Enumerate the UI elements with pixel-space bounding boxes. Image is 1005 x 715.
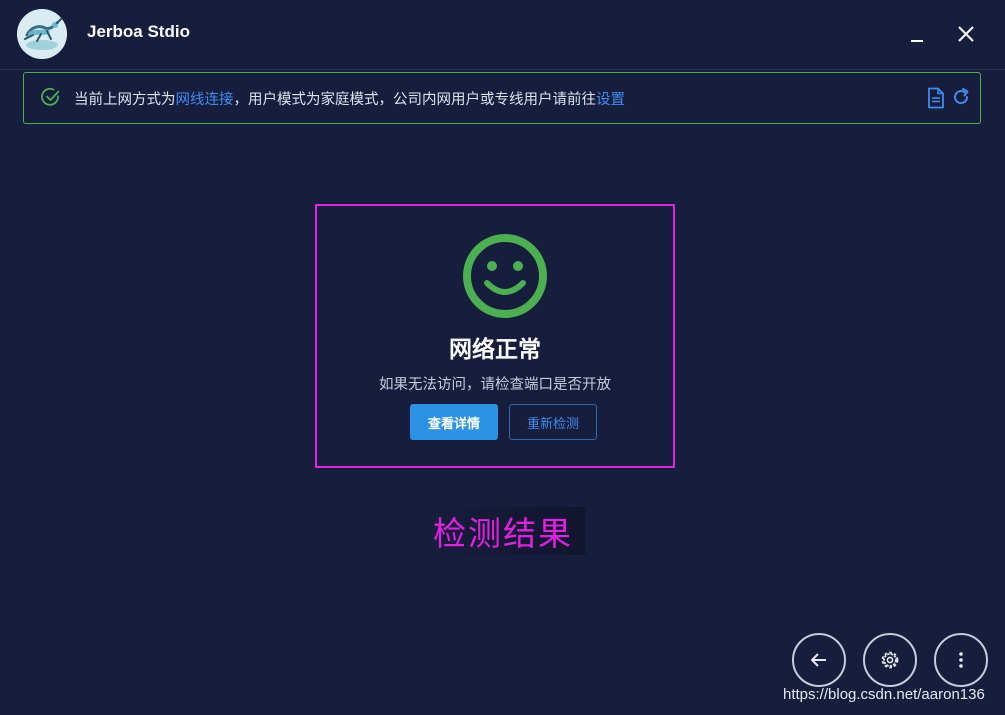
minimize-icon [911, 40, 923, 42]
settings-button[interactable] [863, 633, 917, 687]
connection-type-link[interactable]: 网线连接 [176, 92, 234, 108]
close-button[interactable] [952, 20, 980, 48]
notice-text: 当前上网方式为网线连接，用户模式为家庭模式，公司内网用户或专线用户请前往设置 [74, 88, 625, 109]
smiley-face-icon [463, 234, 547, 318]
back-arrow-icon [811, 653, 826, 667]
refresh-icon[interactable] [951, 87, 971, 107]
more-button[interactable] [934, 633, 988, 687]
jerboa-logo-icon [17, 9, 67, 59]
annotation-label: 检测结果 [433, 507, 585, 555]
network-notice-bar: 当前上网方式为网线连接，用户模式为家庭模式，公司内网用户或专线用户请前往设置 [23, 72, 981, 124]
document-icon[interactable] [927, 87, 945, 109]
result-title: 网络正常 [449, 337, 541, 363]
gear-icon [881, 651, 899, 669]
more-vertical-icon [959, 652, 963, 668]
back-button[interactable] [792, 633, 846, 687]
title-bar: Jerboa Stdio [0, 0, 1005, 70]
recheck-button[interactable]: 重新检测 [509, 404, 597, 440]
close-icon [958, 26, 974, 42]
settings-link[interactable]: 设置 [596, 92, 625, 108]
view-details-button[interactable]: 查看详情 [410, 404, 498, 440]
watermark-url: https://blog.csdn.net/aaron136 [783, 686, 985, 703]
minimize-button[interactable] [903, 20, 931, 48]
app-title: Jerboa Stdio [87, 22, 190, 41]
detection-result-panel: 网络正常 如果无法访问，请检查端口是否开放 查看详情 重新检测 [315, 204, 675, 468]
notice-middle: ，用户模式为家庭模式，公司内网用户或专线用户请前往 [233, 92, 597, 108]
app-logo [17, 9, 67, 59]
check-circle-icon [41, 87, 60, 106]
result-description: 如果无法访问，请检查端口是否开放 [379, 377, 611, 393]
notice-prefix: 当前上网方式为 [74, 92, 176, 108]
